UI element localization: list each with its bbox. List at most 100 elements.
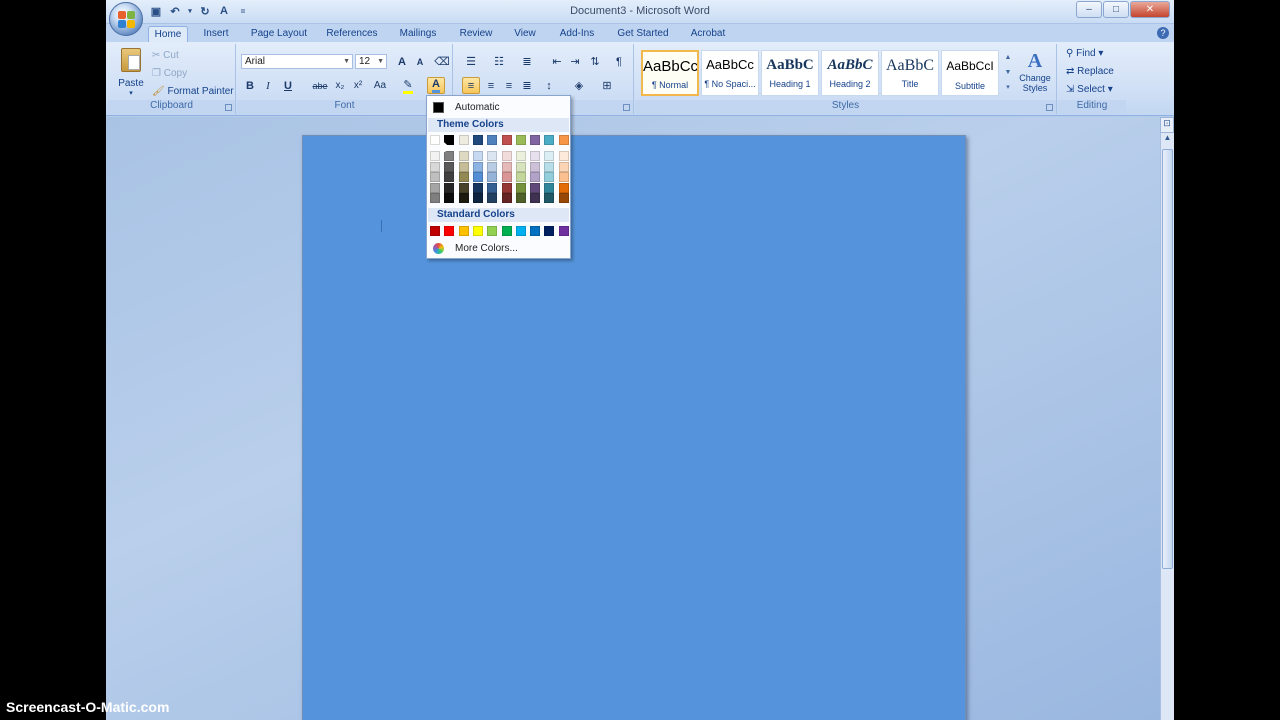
theme-shade-swatch[interactable] (501, 193, 512, 203)
theme-shade-swatch[interactable] (501, 161, 512, 172)
view-ruler-icon[interactable]: ⊡ (1160, 117, 1174, 133)
theme-shade-swatch[interactable] (444, 182, 455, 193)
tab-insert[interactable]: Insert (198, 26, 234, 42)
multilevel-list-icon[interactable]: ≣ (518, 53, 536, 70)
theme-shade-swatch[interactable] (544, 193, 555, 203)
standard-color-swatch[interactable] (472, 226, 483, 236)
theme-shade-swatch[interactable] (458, 182, 469, 193)
theme-shade-swatch[interactable] (544, 161, 555, 172)
theme-shade-swatch[interactable] (544, 151, 555, 161)
theme-shade-swatch[interactable] (487, 151, 498, 161)
theme-shade-swatch[interactable] (472, 193, 483, 203)
highlight-icon[interactable]: ✎ (399, 77, 417, 94)
paragraph-launcher-icon[interactable] (623, 104, 630, 111)
theme-color-swatch[interactable] (501, 135, 512, 145)
maximize-button[interactable]: □ (1103, 1, 1129, 18)
theme-shade-swatch[interactable] (487, 161, 498, 172)
theme-color-swatch[interactable] (487, 135, 498, 145)
font-size-select[interactable]: 12 ▼ (355, 54, 387, 69)
shading-icon[interactable]: ◈ (570, 77, 588, 94)
theme-color-swatch[interactable] (458, 135, 469, 145)
theme-shade-swatch[interactable] (444, 193, 455, 203)
line-spacing-icon[interactable]: ↕ (540, 77, 558, 94)
scroll-up-icon[interactable]: ▲ (1161, 133, 1174, 147)
align-right-icon[interactable]: ≡ (500, 77, 518, 94)
tab-review[interactable]: Review (456, 26, 496, 42)
font-name-select[interactable]: Arial ▼ (241, 54, 353, 69)
align-center-icon[interactable]: ≡ (482, 77, 500, 94)
theme-shade-swatch[interactable] (501, 182, 512, 193)
tab-home[interactable]: Home (148, 26, 188, 42)
theme-shade-swatch[interactable] (558, 161, 569, 172)
clipboard-launcher-icon[interactable] (225, 104, 232, 111)
tab-view[interactable]: View (510, 26, 540, 42)
subscript-button[interactable]: x₂ (331, 77, 349, 94)
theme-color-swatch[interactable] (530, 135, 541, 145)
theme-shade-swatch[interactable] (444, 151, 455, 161)
style-title[interactable]: AaBbC Title (881, 50, 939, 96)
theme-shade-swatch[interactable] (487, 182, 498, 193)
replace-button[interactable]: ⇄ Replace (1066, 66, 1114, 77)
theme-shade-swatch[interactable] (530, 172, 541, 182)
more-colors-option[interactable]: More Colors... (428, 241, 569, 257)
theme-shade-swatch[interactable] (515, 172, 526, 182)
theme-shade-swatch[interactable] (458, 161, 469, 172)
find-button[interactable]: ⚲ Find ▾ (1066, 48, 1103, 59)
theme-shade-swatch[interactable] (515, 151, 526, 161)
sort-icon[interactable]: ⇅ (586, 53, 604, 70)
document-page[interactable] (302, 135, 966, 720)
tab-get-started[interactable]: Get Started (614, 26, 672, 42)
align-left-icon[interactable]: ≡ (462, 77, 480, 94)
cut-button[interactable]: ✂ Cut (152, 50, 179, 61)
theme-shade-swatch[interactable] (530, 182, 541, 193)
underline-button[interactable]: U (279, 77, 297, 94)
close-button[interactable]: ✕ (1130, 1, 1170, 18)
theme-shade-swatch[interactable] (430, 161, 440, 172)
theme-shade-swatch[interactable] (530, 151, 541, 161)
standard-color-swatch[interactable] (501, 226, 512, 236)
copy-button[interactable]: ❐ Copy (152, 68, 187, 79)
style-normal[interactable]: AaBbCc ¶ Normal (641, 50, 699, 96)
theme-shade-swatch[interactable] (515, 193, 526, 203)
standard-color-swatch[interactable] (544, 226, 555, 236)
theme-shade-swatch[interactable] (558, 182, 569, 193)
theme-shade-swatch[interactable] (515, 161, 526, 172)
theme-shade-swatch[interactable] (430, 151, 440, 161)
standard-color-swatch[interactable] (515, 226, 526, 236)
bold-button[interactable]: B (241, 77, 259, 94)
tab-mailings[interactable]: Mailings (394, 26, 442, 42)
theme-shade-swatch[interactable] (501, 151, 512, 161)
superscript-button[interactable]: x² (349, 77, 367, 94)
theme-shade-swatch[interactable] (430, 172, 440, 182)
theme-shade-swatch[interactable] (458, 193, 469, 203)
theme-shade-swatch[interactable] (472, 182, 483, 193)
tab-page-layout[interactable]: Page Layout (246, 26, 312, 42)
vertical-scrollbar[interactable]: ▲ (1160, 133, 1174, 720)
justify-icon[interactable]: ≣ (518, 77, 536, 94)
theme-shade-swatch[interactable] (501, 172, 512, 182)
theme-shade-swatch[interactable] (458, 151, 469, 161)
style-heading-2[interactable]: AaBbC Heading 2 (821, 50, 879, 96)
theme-shade-swatch[interactable] (558, 172, 569, 182)
theme-shade-swatch[interactable] (444, 172, 455, 182)
theme-shade-swatch[interactable] (430, 182, 440, 193)
style-no-spacing[interactable]: AaBbCc ¶ No Spaci... (701, 50, 759, 96)
theme-shade-swatch[interactable] (472, 151, 483, 161)
font-color-button[interactable]: A (427, 77, 445, 94)
borders-icon[interactable]: ⊞ (598, 77, 616, 94)
theme-shade-swatch[interactable] (487, 193, 498, 203)
decrease-indent-icon[interactable]: ⇤ (548, 53, 566, 70)
grow-font-button[interactable]: A (393, 53, 411, 70)
standard-color-swatch[interactable] (487, 226, 498, 236)
theme-shade-swatch[interactable] (530, 193, 541, 203)
standard-color-swatch[interactable] (444, 226, 455, 236)
styles-launcher-icon[interactable] (1046, 104, 1053, 111)
theme-color-swatch[interactable] (558, 135, 569, 145)
theme-shade-swatch[interactable] (544, 182, 555, 193)
theme-shade-swatch[interactable] (558, 193, 569, 203)
clear-formatting-icon[interactable]: ⌫ (433, 53, 451, 70)
numbering-icon[interactable]: ☷ (490, 53, 508, 70)
standard-color-swatch[interactable] (558, 226, 569, 236)
theme-shade-swatch[interactable] (515, 182, 526, 193)
theme-shade-swatch[interactable] (472, 172, 483, 182)
